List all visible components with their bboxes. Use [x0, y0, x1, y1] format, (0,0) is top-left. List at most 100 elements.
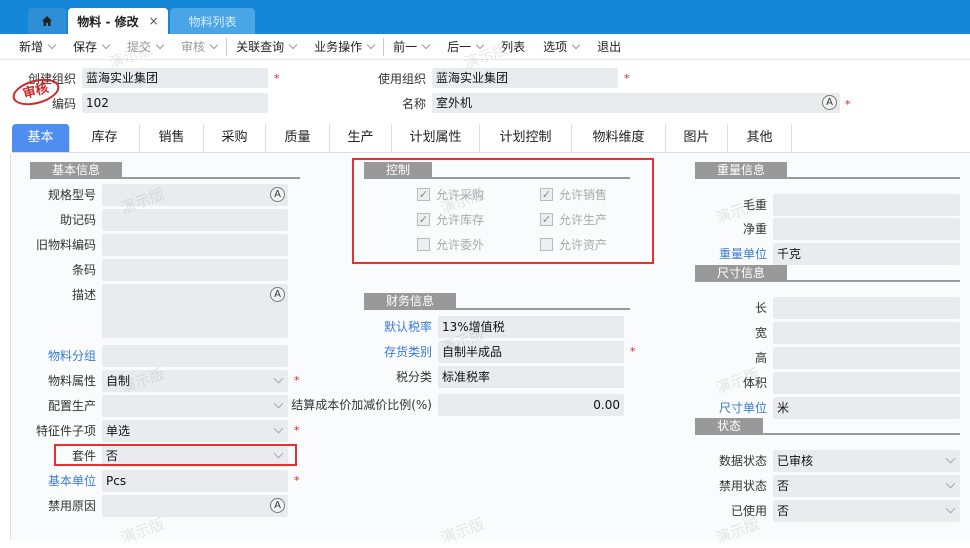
chevron-down-icon[interactable]: [155, 40, 165, 49]
tab-0[interactable]: 基本: [12, 124, 70, 152]
toolbar-button[interactable]: 列表: [492, 38, 534, 55]
form-tabs: 基本 库存 销售 采购 质量 生产 计划属性 计划控制 物料维度 图片 其他: [12, 124, 970, 153]
chevron-down-icon[interactable]: [273, 423, 284, 434]
tab-5[interactable]: 生产: [330, 124, 392, 152]
field-input[interactable]: [773, 218, 960, 240]
field-input[interactable]: 已审核: [773, 450, 960, 472]
multilang-icon[interactable]: A: [270, 287, 285, 302]
toolbar-button[interactable]: 后一: [438, 38, 492, 55]
toolbar-button[interactable]: 退出: [588, 38, 630, 55]
chevron-down-icon[interactable]: [945, 453, 956, 464]
section-header: 财务信息: [364, 293, 630, 310]
chevron-down-icon[interactable]: [945, 503, 956, 514]
field-label: 规格型号: [47, 188, 96, 202]
field-label[interactable]: 重量单位: [700, 243, 767, 265]
field-input[interactable]: 自制: [102, 370, 288, 392]
field-input[interactable]: [773, 297, 960, 319]
field-input[interactable]: A: [102, 495, 288, 517]
field-label: 高: [754, 351, 767, 365]
field-label: 净重: [742, 222, 767, 236]
field-input[interactable]: [102, 259, 288, 281]
toolbar-button[interactable]: 新增: [10, 38, 64, 55]
tab-material-list[interactable]: 物料列表: [170, 8, 255, 34]
field-input[interactable]: [102, 395, 288, 417]
multilang-icon[interactable]: A: [270, 498, 285, 513]
toolbar-button[interactable]: 前一: [384, 38, 438, 55]
field-value: 已审核: [777, 454, 814, 468]
field-input[interactable]: 0.00: [438, 394, 624, 416]
tab-2[interactable]: 销售: [140, 124, 204, 152]
toolbar-button[interactable]: 保存: [64, 38, 118, 55]
section-title: 尺寸信息: [695, 265, 788, 282]
field-input[interactable]: 标准税率: [438, 366, 624, 388]
chevron-down-icon[interactable]: [47, 40, 57, 49]
field-input[interactable]: 否: [773, 475, 960, 497]
name-field[interactable]: 室外机 A: [432, 93, 840, 113]
field-label: 物料属性: [47, 374, 96, 388]
field-value: 千克: [777, 247, 802, 261]
field-input[interactable]: 米: [773, 397, 960, 419]
chevron-down-icon[interactable]: [945, 478, 956, 489]
chevron-down-icon[interactable]: [475, 40, 485, 49]
toolbar-button[interactable]: 业务操作: [305, 38, 383, 55]
required-star: *: [630, 345, 636, 358]
chevron-down-icon[interactable]: [101, 40, 111, 49]
field-label[interactable]: 物料分组: [20, 345, 96, 367]
field-input[interactable]: 13%增值税: [438, 316, 624, 338]
tab-8[interactable]: 物料维度: [572, 124, 666, 152]
field-label[interactable]: 存货类别: [280, 341, 432, 363]
toolbar-button[interactable]: 审核: [172, 38, 226, 55]
toolbar-button-label: 选项: [543, 40, 568, 54]
toolbar-button[interactable]: 关联查询: [227, 38, 305, 55]
code-field[interactable]: 102: [82, 93, 268, 113]
field-input[interactable]: A: [102, 284, 288, 338]
toolbar-button[interactable]: 选项: [534, 38, 588, 55]
field-label[interactable]: 尺寸单位: [700, 397, 767, 419]
use-org-field[interactable]: 蓝海实业集团: [432, 68, 618, 88]
field-input[interactable]: [773, 194, 960, 216]
tab-10[interactable]: 其他: [728, 124, 792, 152]
required-star: *: [845, 98, 851, 111]
chevron-down-icon[interactable]: [571, 40, 581, 49]
tab-material-edit[interactable]: 物料 - 修改 ×: [68, 8, 168, 34]
multilang-icon[interactable]: A: [270, 187, 285, 202]
create-org-field[interactable]: 蓝海实业集团: [82, 68, 268, 88]
field-input[interactable]: [102, 209, 288, 231]
multilang-icon[interactable]: A: [822, 95, 837, 110]
toolbar-button[interactable]: 提交: [118, 38, 172, 55]
field-label: 税分类: [395, 370, 432, 384]
close-icon[interactable]: ×: [149, 14, 159, 28]
field-input[interactable]: 千克: [773, 243, 960, 265]
field-value: 自制: [106, 374, 131, 388]
field-input[interactable]: Pcs: [102, 470, 288, 492]
field-input[interactable]: 否: [773, 500, 960, 522]
field-input[interactable]: [773, 372, 960, 394]
home-tab[interactable]: [28, 8, 66, 34]
chevron-down-icon[interactable]: [209, 40, 219, 49]
highlight-box: [54, 444, 297, 466]
field-label[interactable]: 基本单位: [20, 470, 96, 492]
chevron-down-icon[interactable]: [366, 40, 376, 49]
field-input[interactable]: 自制半成品: [438, 341, 624, 363]
field-input[interactable]: [773, 347, 960, 369]
chevron-down-icon[interactable]: [288, 40, 298, 49]
use-org-label: 使用组织: [377, 72, 426, 86]
field-value: 自制半成品: [442, 345, 503, 359]
toolbar-button-label: 后一: [447, 40, 472, 54]
tab-7[interactable]: 计划控制: [480, 124, 572, 152]
tab-1[interactable]: 库存: [70, 124, 140, 152]
field-label: 长: [754, 301, 767, 315]
section-title: 财务信息: [364, 293, 457, 310]
field-input[interactable]: [102, 345, 288, 367]
field-input[interactable]: 单选: [102, 420, 288, 442]
tab-6[interactable]: 计划属性: [392, 124, 480, 152]
field-input[interactable]: [102, 234, 288, 256]
tab-3[interactable]: 采购: [204, 124, 266, 152]
field-label[interactable]: 默认税率: [280, 316, 432, 338]
chevron-down-icon[interactable]: [421, 40, 431, 49]
section-title: 基本信息: [30, 162, 123, 179]
tab-9[interactable]: 图片: [666, 124, 728, 152]
field-input[interactable]: [773, 322, 960, 344]
field-input[interactable]: A: [102, 184, 288, 206]
tab-4[interactable]: 质量: [266, 124, 330, 152]
